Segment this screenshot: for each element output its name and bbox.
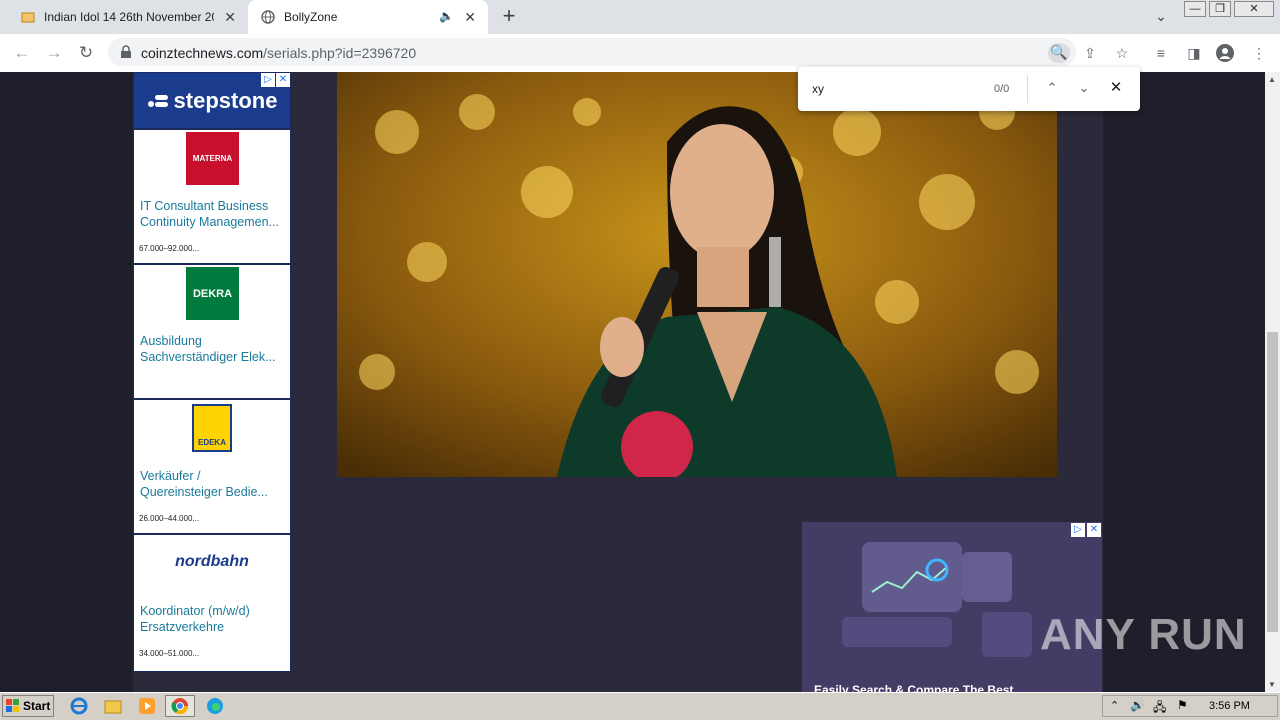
system-tray <box>1102 695 1278 717</box>
stepstone-mark-icon <box>147 95 168 107</box>
edeka-logo: EDEKA <box>192 404 232 452</box>
job-title-line1: Ausbildung <box>140 334 202 348</box>
forward-arrow-icon[interactable]: → <box>44 44 64 62</box>
video-player[interactable] <box>337 72 1057 477</box>
materna-logo: MATERNA <box>186 132 239 185</box>
tab-search-chevron-icon[interactable]: ⌄ <box>1152 8 1170 26</box>
anyrun-watermark: ANY RUN <box>1040 610 1247 659</box>
tab-title: BollyZone <box>284 10 338 24</box>
start-button[interactable]: Start <box>2 695 54 717</box>
scroll-down-icon[interactable]: ▼ <box>1268 680 1276 689</box>
tab-bollyzone[interactable]: BollyZone 🔈 ✕ <box>248 0 488 34</box>
job-title-line1: Verkäufer / <box>140 469 201 483</box>
start-label: Start <box>23 699 51 713</box>
close-tab-icon[interactable]: ✕ <box>224 9 236 26</box>
edge-icon[interactable] <box>206 697 224 715</box>
find-in-page-icon[interactable]: 🔍 <box>1048 43 1070 63</box>
adchoices-icon[interactable]: ▷ <box>261 73 275 87</box>
chrome-icon <box>171 698 189 715</box>
speaker-icon[interactable]: 🔈 <box>439 9 454 23</box>
scrollbar-thumb[interactable] <box>1267 332 1278 632</box>
menu-kebab-icon[interactable]: ⋮ <box>1249 44 1269 62</box>
url-domain: coinztechnews.com <box>141 45 264 61</box>
job-title-line1: IT Consultant Business <box>140 199 269 213</box>
job-title-line2: Continuity Managemen... <box>140 215 279 229</box>
chrome-taskbar-button[interactable] <box>165 695 195 717</box>
network-icon[interactable]: 🖧 <box>1153 698 1166 719</box>
volume-icon[interactable]: 🔊 <box>1130 698 1145 712</box>
trading-ad-image <box>802 522 1102 692</box>
bookmark-star-icon[interactable]: ☆ <box>1112 44 1132 62</box>
job-salary: 67.000–92.000... <box>139 244 200 253</box>
ad-close-icon[interactable]: ✕ <box>1087 523 1101 537</box>
close-window-button[interactable]: ✕ <box>1234 1 1274 17</box>
tab-title: Indian Idol 14 26th November 2023 <box>44 10 214 24</box>
job-card[interactable]: nordbahn Koordinator (m/w/d) Ersatzverke… <box>134 533 290 671</box>
find-close-icon[interactable]: ✕ <box>1108 80 1124 96</box>
tab-indian-idol[interactable]: Indian Idol 14 26th November 2023 ✕ <box>8 0 248 34</box>
media-player-icon[interactable] <box>138 697 156 715</box>
globe-icon <box>260 9 276 25</box>
url-path: /serials.php?id=2396720 <box>263 45 417 61</box>
trading-ad[interactable] <box>802 522 1102 692</box>
new-tab-button[interactable]: + <box>498 5 520 28</box>
restore-button[interactable]: ❐ <box>1209 1 1231 17</box>
minimize-button[interactable]: — <box>1184 1 1206 17</box>
find-next-icon[interactable]: ⌄ <box>1076 80 1092 96</box>
find-previous-icon[interactable]: ⌃ <box>1044 80 1060 96</box>
find-input[interactable] <box>812 81 972 97</box>
url-text[interactable]: coinztechnews.com/serials.php?id=2396720 <box>141 45 416 61</box>
reload-icon[interactable]: ↻ <box>76 44 96 62</box>
windows-logo-icon <box>6 699 19 712</box>
side-panel-icon[interactable]: ◨ <box>1184 44 1204 62</box>
dekra-logo: DEKRA <box>186 267 239 320</box>
stepstone-brand: stepstone <box>173 88 278 113</box>
job-title-line2: Quereinsteiger Bedie... <box>140 485 268 499</box>
internet-explorer-icon[interactable] <box>70 697 88 715</box>
scroll-up-icon[interactable]: ▲ <box>1268 75 1276 84</box>
find-divider <box>1027 75 1028 103</box>
job-card[interactable]: DEKRA Ausbildung Sachverständiger Elek..… <box>134 263 290 397</box>
adchoices-icon[interactable]: ▷ <box>1071 523 1085 537</box>
file-explorer-icon[interactable] <box>104 697 122 715</box>
job-title-line2: Ersatzverkehre <box>140 620 225 634</box>
lock-icon[interactable] <box>120 45 134 59</box>
job-card[interactable]: MATERNA IT Consultant Business Continuit… <box>134 128 290 262</box>
job-title-line1: Koordinator (m/w/d) <box>140 604 250 618</box>
tray-expand-icon[interactable]: ⌃ <box>1110 699 1119 712</box>
nordbahn-logo: nordbahn <box>175 553 249 570</box>
media-control-icon[interactable]: ≡ <box>1151 44 1171 62</box>
share-icon[interactable]: ⇪ <box>1080 44 1100 62</box>
taskbar-clock[interactable]: 3:56 PM <box>1209 700 1250 712</box>
find-match-count: 0/0 <box>994 83 1010 95</box>
close-tab-icon[interactable]: ✕ <box>464 9 476 26</box>
back-arrow-icon[interactable]: ← <box>12 44 32 62</box>
profile-avatar-icon[interactable] <box>1215 44 1235 62</box>
ad-close-icon[interactable]: ✕ <box>276 73 290 87</box>
page-favicon-icon <box>20 9 36 25</box>
job-salary: 34.000–51.000... <box>139 649 200 658</box>
video-frame-image <box>337 72 1057 477</box>
job-salary: 26.000–44.000... <box>139 514 200 523</box>
job-title-line2: Sachverständiger Elek... <box>140 350 276 364</box>
job-card[interactable]: EDEKA Verkäufer / Quereinsteiger Bedie..… <box>134 398 290 532</box>
flag-icon[interactable]: ⚑ <box>1177 698 1188 712</box>
